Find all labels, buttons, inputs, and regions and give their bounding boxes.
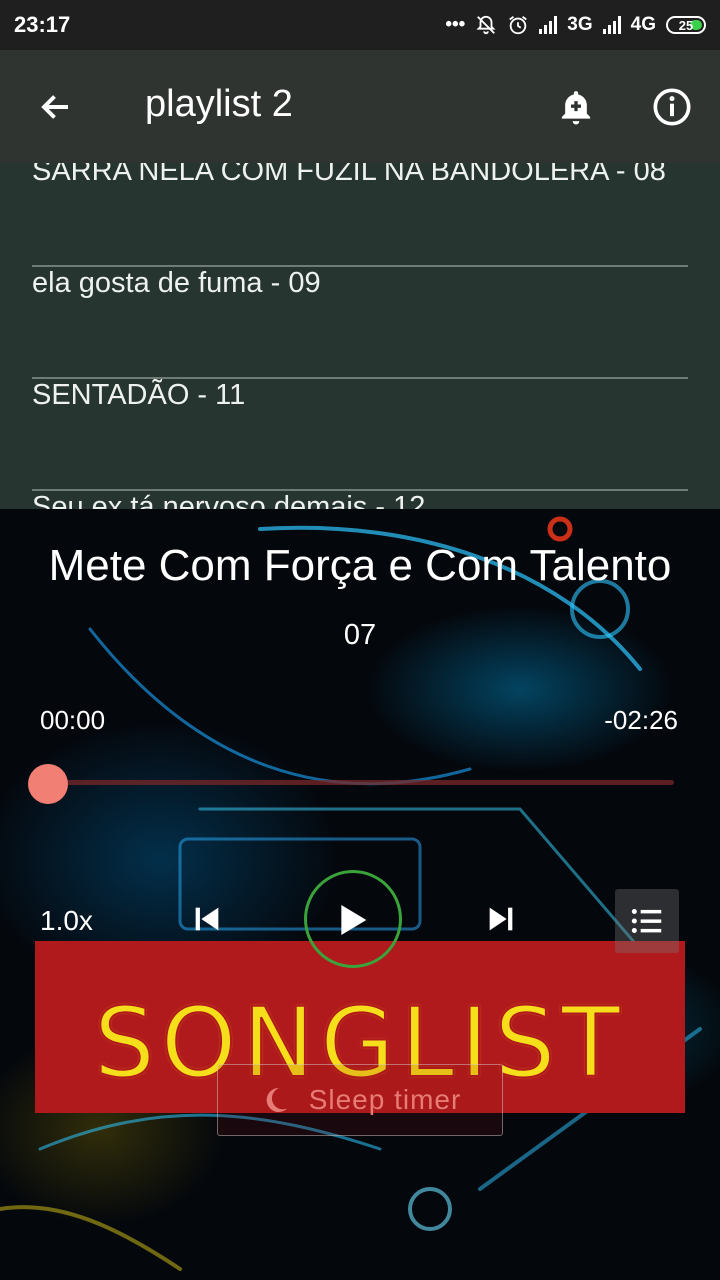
signal-icon <box>539 16 558 34</box>
app-bar: playlist 2 <box>0 50 720 163</box>
track-number: 07 <box>343 619 377 651</box>
status-bar: 23:17 ••• 3G 4G 25 <box>0 0 720 50</box>
list-item[interactable]: SENTADÃO - 11 <box>32 379 688 491</box>
list-item-label: ela gosta de fuma - 09 <box>32 267 321 299</box>
list-item-label: Seu ex tá nervoso demais - 12 <box>32 491 426 509</box>
player-panel: Mete Com Força e Com Talento 07 00:00 -0… <box>0 509 720 1280</box>
battery-icon: 25 <box>666 16 706 34</box>
add-alarm-icon <box>561 91 591 125</box>
arrow-left-icon <box>41 95 68 119</box>
seek-thumb[interactable] <box>28 764 68 804</box>
next-button[interactable] <box>476 894 526 944</box>
back-button[interactable] <box>28 79 84 135</box>
status-time: 23:17 <box>14 12 71 37</box>
add-alarm-button[interactable] <box>548 79 604 135</box>
page-title: playlist 2 <box>145 83 293 125</box>
play-icon-wrap <box>326 893 380 947</box>
net-type-2: 4G <box>630 14 656 35</box>
more-notifications-icon: ••• <box>445 14 466 35</box>
list-item[interactable]: ela gosta de fuma - 09 <box>32 267 688 379</box>
list-item-label: SENTADÃO - 11 <box>32 379 246 411</box>
info-button[interactable] <box>644 79 700 135</box>
signal-icon-2 <box>602 16 621 34</box>
song-title: Mete Com Força e Com Talento <box>48 541 672 590</box>
info-icon <box>653 88 691 126</box>
skip-previous-icon <box>195 907 219 931</box>
net-type-1: 3G <box>567 14 593 35</box>
battery-level: 25 <box>678 17 694 33</box>
queue-button[interactable] <box>615 889 679 953</box>
playback-speed[interactable]: 1.0x <box>40 905 93 937</box>
skip-next-icon <box>489 907 513 931</box>
notifications-off-icon <box>476 15 496 35</box>
alarm-icon <box>509 16 528 35</box>
play-icon <box>341 905 367 935</box>
list-item-label: SARRA NELA COM FUZIL NA BANDOLERA - 08 <box>32 163 666 187</box>
sleep-timer-label: Sleep timer <box>308 1084 462 1115</box>
elapsed-time: 00:00 <box>40 705 106 735</box>
sleep-timer-button[interactable]: Sleep timer <box>217 1064 503 1136</box>
previous-button[interactable] <box>182 894 232 944</box>
seek-bar[interactable] <box>48 780 674 785</box>
status-icons: ••• 3G 4G 25 <box>445 14 706 36</box>
moon-icon <box>266 1087 287 1112</box>
queue-list-icon <box>631 908 662 934</box>
remaining-time: -02:26 <box>604 705 678 735</box>
list-item[interactable]: Seu ex tá nervoso demais - 12 <box>32 491 688 509</box>
list-item[interactable]: SARRA NELA COM FUZIL NA BANDOLERA - 08 <box>32 163 688 267</box>
playlist: SARRA NELA COM FUZIL NA BANDOLERA - 08 e… <box>0 163 720 509</box>
